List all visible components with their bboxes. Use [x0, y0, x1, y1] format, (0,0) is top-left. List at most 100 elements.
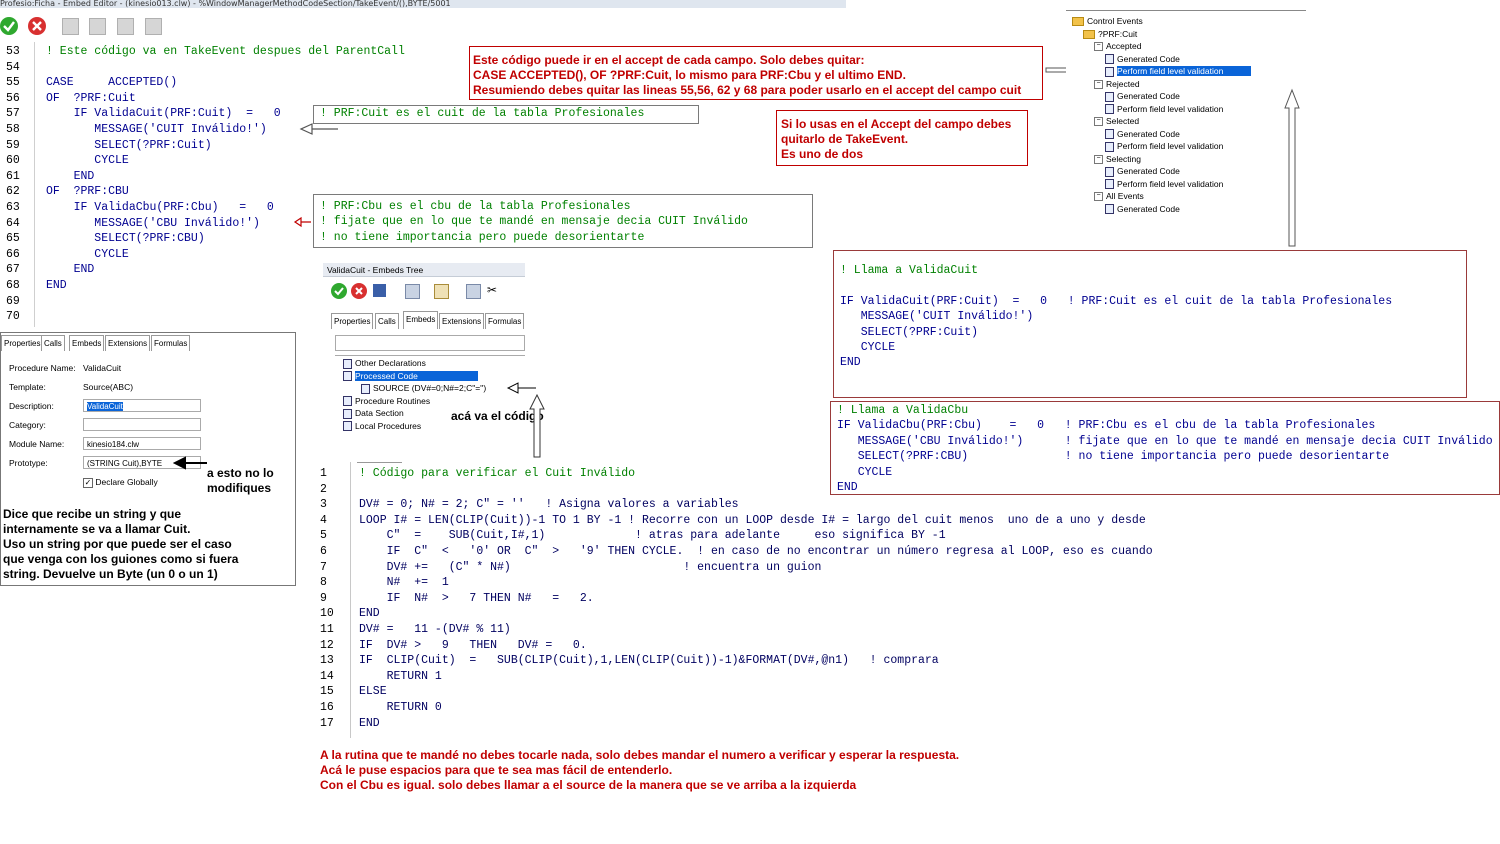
comment-cbu-2: ! fijate que en lo que te mandé en mensa… — [320, 215, 748, 228]
embed-tree-label: Procedure Routines — [355, 395, 431, 406]
embed-tree-label: Local Procedures — [355, 420, 422, 431]
paste-icon[interactable] — [466, 284, 481, 299]
tree-item[interactable]: − Selecting — [1094, 154, 1141, 165]
props-tab-calls[interactable]: Calls — [41, 335, 65, 351]
embed-tree-item[interactable]: Procedure Routines — [343, 396, 430, 407]
source-code-line: N# += 1 — [359, 576, 449, 590]
source-line-number: 2 — [320, 482, 327, 496]
prop-label: Template: — [9, 382, 46, 392]
props-tab-embeds[interactable]: Embeds — [69, 335, 105, 351]
tree-item[interactable]: Perform field level validation — [1105, 104, 1223, 115]
tree-item[interactable]: Generated Code — [1105, 91, 1180, 102]
source-code-line: RETURN 0 — [359, 701, 442, 714]
tree-item[interactable]: Generated Code — [1105, 54, 1180, 65]
prop-field[interactable]: kinesio184.clw — [83, 437, 201, 450]
save-icon[interactable] — [373, 284, 386, 297]
code-line: OF ?PRF:Cuit — [46, 91, 136, 105]
embed-tree-item[interactable]: Other Declarations — [343, 358, 426, 369]
code-line: ! Este código va en TakeEvent despues de… — [46, 45, 405, 58]
tree-item-label: Generated Code — [1117, 53, 1180, 64]
embed-node-icon — [343, 371, 352, 382]
copy-icon[interactable] — [405, 284, 420, 299]
nav-first-icon[interactable] — [62, 18, 79, 35]
code-line: SELECT(?PRF:CBU) — [46, 232, 205, 246]
props-tab-formulas[interactable]: Formulas — [151, 335, 191, 351]
nav-next-icon[interactable] — [117, 18, 134, 35]
embed-tree[interactable]: Control Events ?PRF:Cuit − Accepted Generate… — [1066, 10, 1306, 225]
embed-tree-item[interactable]: SOURCE (DV#=0;N#=2;C"='') — [361, 383, 486, 394]
call-code-line: MESSAGE('CUIT Inválido!') — [840, 310, 1034, 324]
source-code-line: RETURN 1 — [359, 669, 442, 683]
prop-label: Procedure Name: — [9, 363, 76, 373]
note-no-modify-1: a esto no lo — [207, 466, 274, 480]
prop-label: Module Name: — [9, 439, 65, 449]
tree-item-label: Perform field level validation — [1117, 103, 1224, 114]
cancel-icon[interactable] — [28, 17, 46, 35]
nav-prev-icon[interactable] — [89, 18, 106, 35]
embeds-cancel-icon[interactable] — [351, 283, 367, 299]
nav-last-icon[interactable] — [145, 18, 162, 35]
source-code-line: LOOP I# = LEN(CLIP(Cuit))-1 TO 1 BY -1 !… — [359, 513, 1146, 527]
embeds-filter-field[interactable] — [335, 335, 525, 351]
embed-tree-item[interactable]: Data Section — [343, 408, 404, 419]
check-icon[interactable] — [0, 17, 18, 35]
document-icon — [1105, 104, 1114, 115]
expand-icon: − — [1094, 79, 1103, 89]
source-line-number: 12 — [320, 638, 334, 652]
embed-tree-item[interactable]: Processed Code — [343, 370, 478, 382]
embeds-tab-extensions[interactable]: Extensions — [439, 313, 485, 329]
embeds-ok-icon[interactable] — [331, 283, 347, 299]
tree-item-label: Perform field level validation — [1117, 178, 1224, 189]
call-code-line: MESSAGE('CBU Inválido!') ! fijate que en… — [837, 434, 1493, 448]
call-code-line: END — [840, 356, 861, 370]
editor-toolbar — [0, 8, 846, 42]
tree-item[interactable]: Perform field level validation — [1105, 141, 1223, 152]
props-tab-extensions[interactable]: Extensions — [105, 335, 151, 351]
embed-node-icon — [343, 396, 352, 407]
comment-cuit: ! PRF:Cuit es el cuit de la tabla Profes… — [320, 107, 645, 120]
code-line: MESSAGE('CUIT Inválido!') — [46, 123, 267, 136]
embeds-tab-embeds[interactable]: Embeds — [403, 311, 439, 329]
tree-item[interactable]: Generated Code — [1105, 129, 1180, 140]
prop-label: Description: — [9, 401, 54, 411]
prop-field[interactable]: ValidaCuit — [83, 399, 201, 412]
embeds-tab-formulas[interactable]: Formulas — [485, 313, 525, 329]
declare-globally-label: Declare Globally — [95, 477, 158, 487]
source-code-editor[interactable]: 1 ! Código para verificar el Cuit Inválid… — [317, 462, 1500, 738]
arrow-up-outline-icon — [529, 393, 545, 458]
embed-tree-item[interactable]: Local Procedures — [343, 421, 421, 432]
source-line-number: 5 — [320, 529, 327, 543]
code-line: END — [46, 263, 95, 277]
tree-item-label: All Events — [1106, 191, 1144, 201]
prop-field[interactable] — [83, 418, 201, 431]
note-top-line-1: Este código puede ir en el accept de cad… — [473, 53, 865, 67]
tree-item-label: Control Events — [1087, 16, 1143, 26]
tree-item[interactable]: Perform field level validation — [1105, 179, 1223, 190]
tree-item[interactable]: − Rejected — [1094, 79, 1140, 90]
declare-globally-checkbox[interactable]: ✓ Declare Globally — [83, 477, 158, 488]
tree-item[interactable]: − All Events — [1094, 191, 1144, 202]
tree-item[interactable]: − Selected — [1094, 116, 1139, 127]
tree-item[interactable]: Control Events — [1072, 16, 1143, 27]
embeds-tab-properties[interactable]: Properties — [331, 313, 374, 329]
source-line-number: 16 — [320, 701, 334, 714]
note-desc-4: que venga con los guiones como si fuera — [3, 552, 239, 566]
embeds-tab-calls[interactable]: Calls — [375, 313, 399, 329]
document-icon — [1105, 204, 1114, 215]
tree-item[interactable]: Generated Code — [1105, 204, 1180, 215]
code-line: END — [46, 169, 95, 183]
cut-icon[interactable]: ✂ — [487, 284, 500, 297]
tree-item[interactable]: Perform field level validation — [1105, 66, 1252, 77]
arrow-up-icon — [1284, 88, 1300, 247]
code-line: SELECT(?PRF:Cuit) — [46, 138, 212, 152]
source-code-line: DV# = 11 -(DV# % 11) — [359, 623, 511, 636]
edit-icon[interactable] — [434, 284, 449, 299]
code-line: OF ?PRF:CBU — [46, 185, 129, 199]
props-tab-properties[interactable]: Properties — [1, 335, 44, 351]
tree-item[interactable]: ?PRF:Cuit — [1083, 29, 1137, 40]
arrow-left-icon — [299, 123, 338, 135]
tree-item[interactable]: Generated Code — [1105, 166, 1180, 177]
folder-icon — [1072, 17, 1084, 27]
tree-item[interactable]: − Accepted — [1094, 41, 1141, 52]
note-no-modify: a esto no lo modifiques — [207, 466, 274, 496]
